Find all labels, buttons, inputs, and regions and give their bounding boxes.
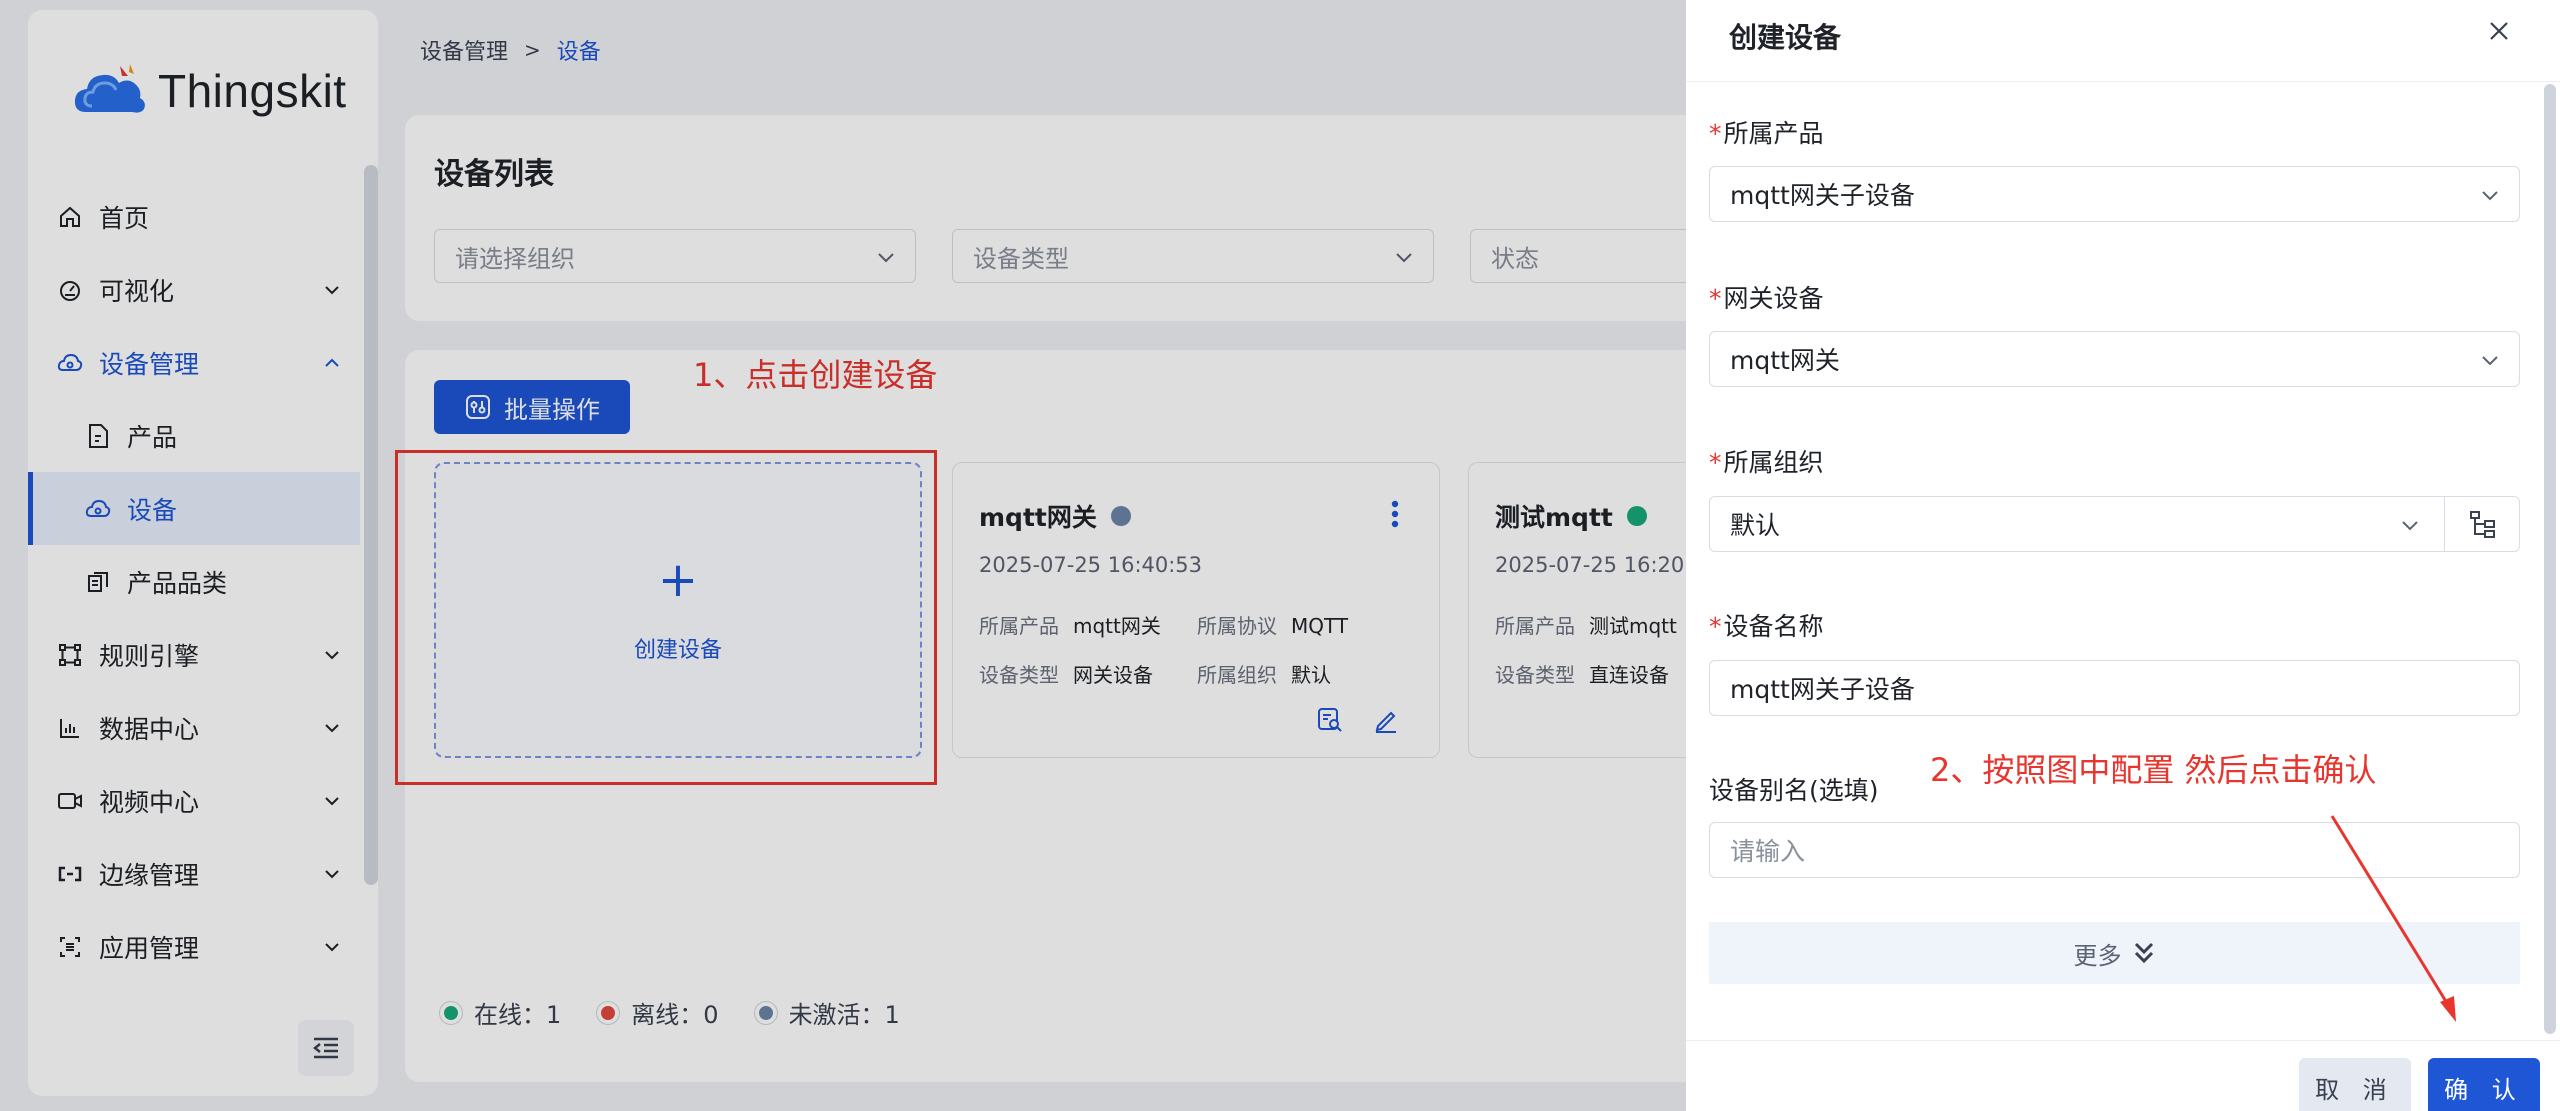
annotation-arrow	[2330, 815, 2456, 1022]
device-name-value: mqtt网关子设备	[1730, 675, 1915, 704]
gateway-select-value: mqtt网关	[1730, 346, 1840, 375]
gateway-label-text: 网关设备	[1723, 284, 1824, 313]
double-chevron-down-icon	[2134, 942, 2153, 964]
required-mark: *	[1709, 119, 1722, 148]
drawer-title: 创建设备	[1729, 21, 1842, 54]
close-icon[interactable]	[2486, 18, 2512, 44]
chevron-down-icon	[2482, 356, 2498, 366]
required-mark: *	[1709, 612, 1722, 641]
alias-placeholder: 请输入	[1730, 837, 1806, 866]
product-field-label: *所属产品	[1709, 114, 1824, 150]
drawer-footer: 取 消 确 认	[1686, 1040, 2560, 1111]
drawer-header: 创建设备	[1686, 0, 2560, 82]
product-select-value: mqtt网关子设备	[1730, 181, 1915, 210]
device-name-label-text: 设备名称	[1723, 612, 1824, 641]
chevron-down-icon	[2482, 191, 2498, 201]
chevron-down-icon	[2402, 521, 2418, 531]
confirm-button[interactable]: 确 认	[2428, 1058, 2540, 1111]
modal-mask[interactable]	[0, 0, 1686, 1111]
org-label-text: 所属组织	[1723, 448, 1824, 477]
device-name-input[interactable]: mqtt网关子设备	[1709, 660, 2520, 716]
gateway-select[interactable]: mqtt网关	[1709, 331, 2520, 387]
product-select[interactable]: mqtt网关子设备	[1709, 166, 2520, 222]
org-tree-button[interactable]	[2444, 497, 2520, 551]
product-label-text: 所属产品	[1723, 119, 1824, 148]
alias-field-label: 设备别名(选填)	[1709, 776, 1879, 805]
org-tree-select[interactable]: 默认	[1709, 496, 2520, 552]
org-field-label: *所属组织	[1709, 443, 1824, 479]
required-mark: *	[1709, 284, 1722, 313]
org-select-value: 默认	[1730, 511, 1781, 540]
required-mark: *	[1709, 448, 1722, 477]
annotation-step-2: 2、按照图中配置 然后点击确认	[1930, 751, 2377, 789]
org-tree-icon	[2469, 511, 2495, 538]
gateway-field-label: *网关设备	[1709, 279, 1824, 315]
device-name-field-label: *设备名称	[1709, 607, 1824, 643]
more-label: 更多	[2073, 941, 2122, 970]
cancel-button[interactable]: 取 消	[2299, 1058, 2411, 1111]
drawer-scrollbar[interactable]	[2544, 84, 2556, 1034]
